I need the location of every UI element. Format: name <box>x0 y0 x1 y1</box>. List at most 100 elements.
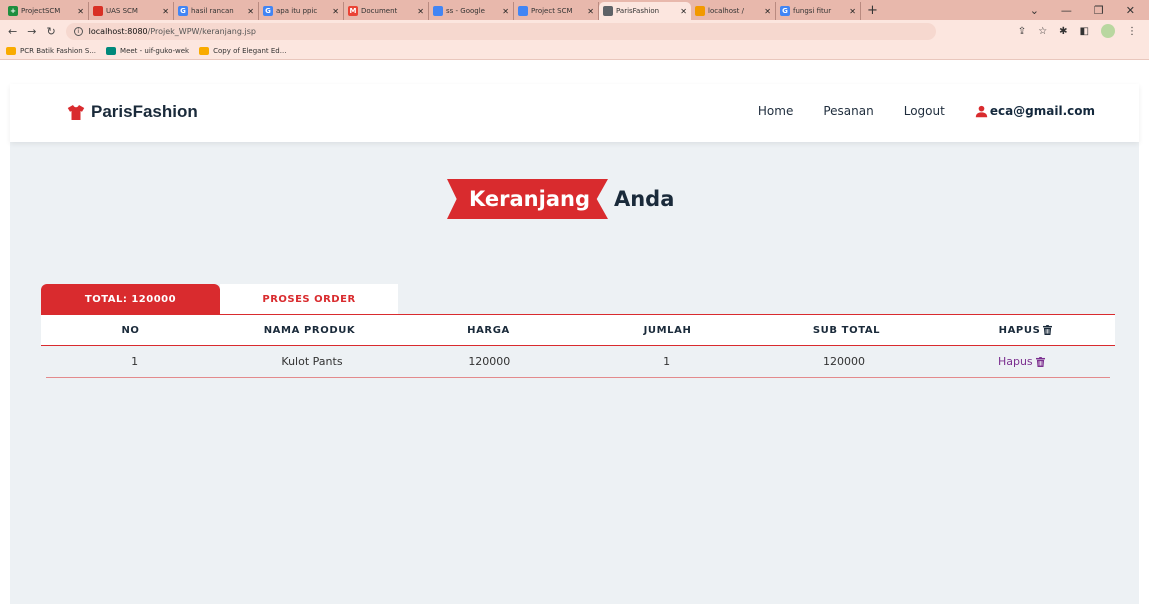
tab-favicon-icon: G <box>178 6 188 16</box>
tab-favicon-icon <box>433 6 443 16</box>
browser-tab-label: fungsi fitur <box>793 7 832 15</box>
tab-close-icon[interactable]: ✕ <box>77 7 84 16</box>
tab-close-icon[interactable]: ✕ <box>247 7 254 16</box>
minimize-icon[interactable]: — <box>1061 4 1072 17</box>
cart-table: NO NAMA PRODUK HARGA JUMLAH SUB TOTAL HAPUS 1… <box>41 314 1115 378</box>
reload-icon[interactable]: ↻ <box>46 25 55 38</box>
bookmark-star-icon[interactable]: ☆ <box>1038 26 1047 37</box>
tab-total[interactable]: TOTAL: 120000 <box>41 284 220 314</box>
header-label: NO <box>121 324 140 336</box>
tab-favicon-icon: G <box>780 6 790 16</box>
table-row: 1 Kulot Pants 120000 1 120000 Hapus <box>46 346 1110 378</box>
nav-home-link[interactable]: Home <box>758 104 793 118</box>
url-input[interactable]: i localhost:8080/Projek_WPW/keranjang.js… <box>65 22 936 40</box>
tab-search-icon[interactable]: ⌄ <box>1030 4 1039 17</box>
tab-favicon-icon <box>695 6 705 16</box>
bookmark-folder-icon <box>106 46 117 55</box>
tab-close-icon[interactable]: ✕ <box>502 7 509 16</box>
bookmarks-bar: PCR Batik Fashion S... Meet - uif-guko-we… <box>0 42 1149 60</box>
browser-tab[interactable]: Ghasil rancan ✕ <box>174 2 259 20</box>
browser-tab[interactable]: M Document ✕ <box>344 2 429 20</box>
tab-process-order[interactable]: PROSES ORDER <box>220 284 398 314</box>
browser-tab-strip: + ProjectSCM ✕ UAS SCM ✕ Ghasil rancan ✕ Gapa i… <box>0 0 1149 20</box>
bookmark-item[interactable]: PCR Batik Fashion S... <box>6 46 97 55</box>
col-price-header: HARGA <box>399 315 578 345</box>
page-title: Keranjang Anda <box>447 179 674 219</box>
browser-tab-label: hasil rancan <box>191 7 234 15</box>
bookmark-label: PCR Batik Fashion S... <box>20 46 97 55</box>
tab-favicon-icon <box>93 6 103 16</box>
browser-tab[interactable]: Gapa itu ppic ✕ <box>259 2 344 20</box>
table-body: 1 Kulot Pants 120000 1 120000 Hapus <box>41 346 1115 378</box>
bookmark-item[interactable]: Meet - uif-guko-wek <box>106 46 190 55</box>
cell-text: 1 <box>663 355 671 368</box>
header-label: HAPUS <box>998 324 1041 336</box>
url-path: /Projek_WPW/keranjang.jsp <box>147 26 256 36</box>
tab-favicon-icon <box>603 6 613 16</box>
header-label: SUB TOTAL <box>812 324 881 336</box>
cart-tabs: TOTAL: 120000 PROSES ORDER <box>41 284 398 314</box>
cell-text: 120000 <box>468 355 511 368</box>
nav-logout-link[interactable]: Logout <box>904 104 945 118</box>
cell-text: Kulot Pants <box>281 355 343 368</box>
tab-close-icon[interactable]: ✕ <box>587 7 594 16</box>
cell-text: 1 <box>131 355 139 368</box>
tab-favicon-icon: + <box>8 6 18 16</box>
new-tab-button[interactable]: + <box>867 3 878 18</box>
site-navbar: ParisFashion Home Pesanan Logout eca@gma… <box>10 84 1139 142</box>
browser-tab-label: ss - Google <box>446 7 485 15</box>
trash-icon <box>1043 325 1053 335</box>
tab-close-icon[interactable]: ✕ <box>849 7 856 16</box>
delete-item-link[interactable]: Hapus <box>933 346 1110 377</box>
bookmark-label: Meet - uif-guko-wek <box>120 46 190 55</box>
tshirt-icon <box>67 104 85 120</box>
tab-close-icon[interactable]: ✕ <box>764 7 771 16</box>
tab-close-icon[interactable]: ✕ <box>680 7 687 16</box>
share-icon[interactable]: ⇪ <box>1018 26 1026 37</box>
browser-tab[interactable]: ss - Google ✕ <box>429 2 514 20</box>
cell-price: 120000 <box>401 346 578 377</box>
browser-menu-icon[interactable]: ⋮ <box>1127 26 1137 37</box>
user-account-link[interactable]: eca@gmail.com <box>975 104 1095 118</box>
bookmark-item[interactable]: Copy of Elegant Ed... <box>199 46 286 55</box>
address-bar-row: ← → ↻ i localhost:8080/Projek_WPW/keranj… <box>0 20 1149 42</box>
tab-favicon-icon: M <box>348 6 358 16</box>
browser-tab[interactable]: ParisFashion ✕ <box>599 2 691 20</box>
site-info-icon[interactable]: i <box>73 26 83 36</box>
col-delete-header: HAPUS <box>936 315 1115 345</box>
url-host: localhost:8080 <box>88 26 148 36</box>
tab-close-icon[interactable]: ✕ <box>332 7 339 16</box>
trash-icon <box>1035 356 1045 367</box>
cell-text: 120000 <box>822 355 865 368</box>
profile-avatar[interactable] <box>1101 24 1115 38</box>
browser-tab-label: UAS SCM <box>106 7 138 15</box>
browser-tab[interactable]: + ProjectSCM ✕ <box>4 2 89 20</box>
restore-icon[interactable]: ❐ <box>1094 4 1104 17</box>
site-brand[interactable]: ParisFashion <box>67 102 198 122</box>
forward-icon[interactable]: → <box>27 25 36 38</box>
col-product-name-header: NAMA PRODUK <box>220 315 399 345</box>
brand-name: ParisFashion <box>91 102 198 121</box>
header-label: JUMLAH <box>643 324 692 336</box>
browser-tab[interactable]: Gfungsi fitur ✕ <box>776 2 861 20</box>
close-window-icon[interactable]: ✕ <box>1126 4 1135 17</box>
browser-tab[interactable]: UAS SCM ✕ <box>89 2 174 20</box>
col-quantity-header: JUMLAH <box>578 315 757 345</box>
browser-tab-label: ProjectSCM <box>21 7 61 15</box>
back-icon[interactable]: ← <box>8 25 17 38</box>
site-menu: Home Pesanan Logout eca@gmail.com <box>758 104 1095 118</box>
page-content: ParisFashion Home Pesanan Logout eca@gma… <box>10 84 1139 604</box>
cell-no: 1 <box>46 346 223 377</box>
browser-tab[interactable]: Project SCM ✕ <box>514 2 599 20</box>
header-label: NAMA PRODUK <box>263 324 356 336</box>
extensions-icon[interactable]: ✱ <box>1059 26 1067 37</box>
nav-orders-link[interactable]: Pesanan <box>823 104 873 118</box>
user-email: eca@gmail.com <box>989 104 1095 118</box>
browser-tab[interactable]: localhost / ✕ <box>691 2 776 20</box>
side-panel-icon[interactable]: ◧ <box>1080 26 1089 37</box>
table-header: NO NAMA PRODUK HARGA JUMLAH SUB TOTAL HAPUS <box>41 314 1115 346</box>
page-title-ribbon: Keranjang <box>447 179 608 219</box>
col-no-header: NO <box>41 315 220 345</box>
tab-close-icon[interactable]: ✕ <box>417 7 424 16</box>
tab-close-icon[interactable]: ✕ <box>162 7 169 16</box>
